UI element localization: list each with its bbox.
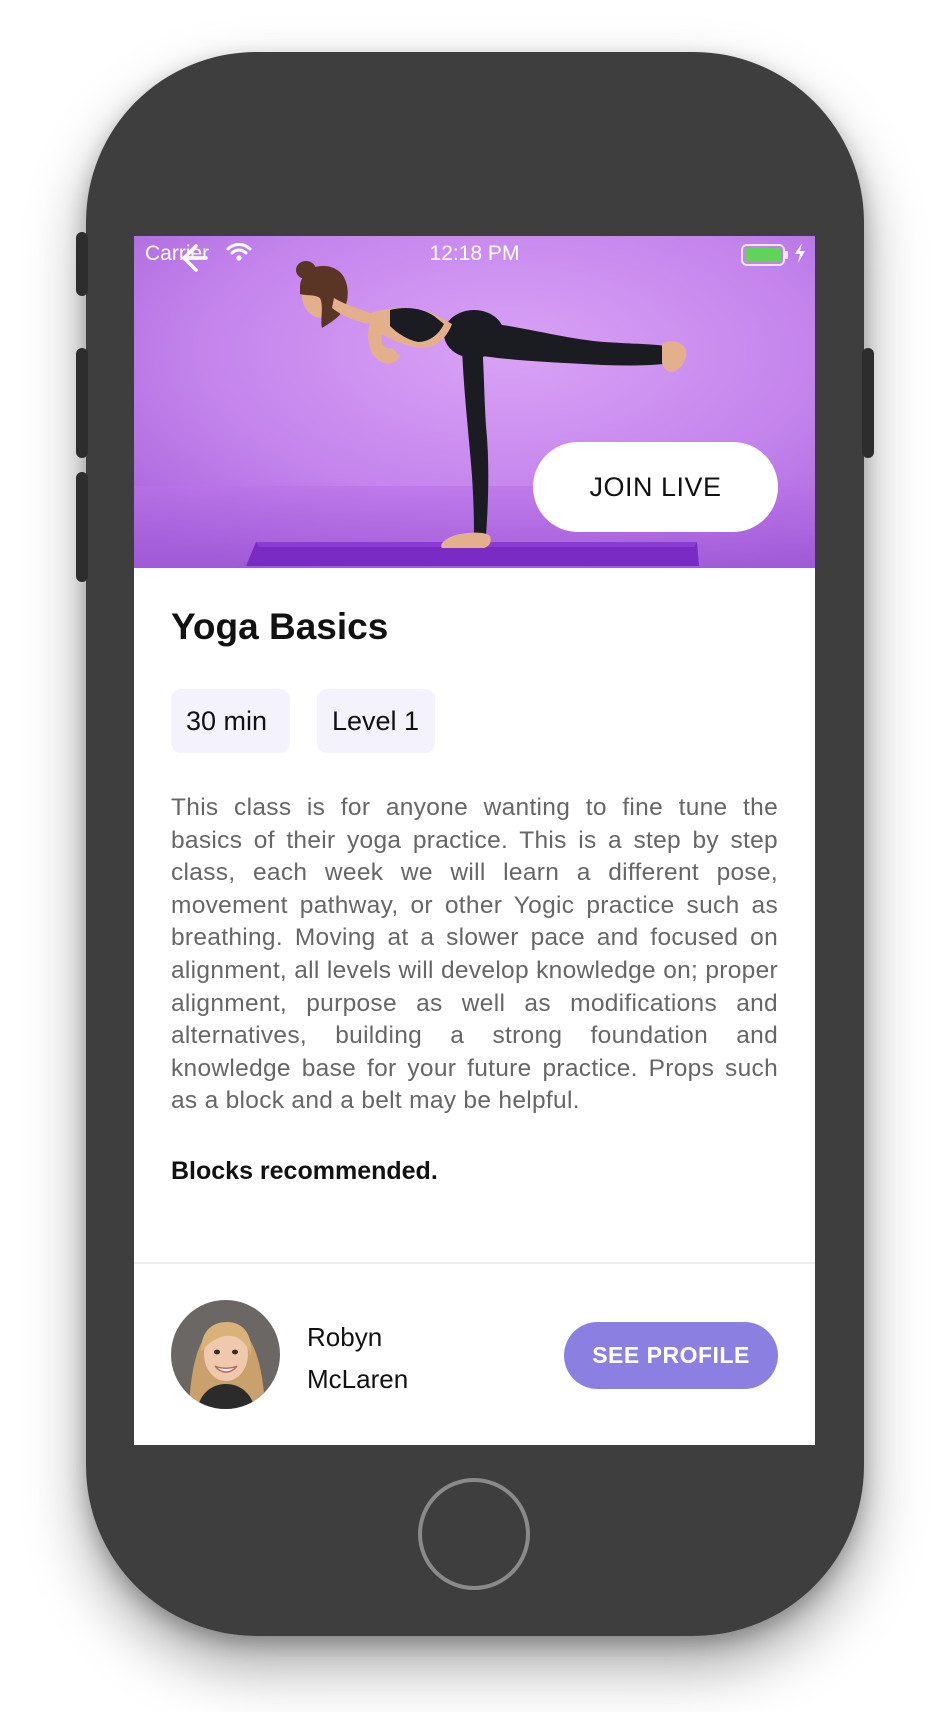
section-divider (134, 1262, 815, 1264)
instructor-avatar (171, 1300, 280, 1409)
volume-up-button (76, 348, 88, 458)
equipment-note: Blocks recommended. (171, 1157, 438, 1185)
level-tag: Level 1 (317, 689, 435, 753)
charging-bolt-icon (795, 243, 805, 263)
status-time: 12:18 PM (429, 242, 520, 265)
mute-switch (76, 232, 88, 296)
home-button[interactable] (418, 1478, 530, 1590)
join-live-button[interactable]: JOIN LIVE (533, 442, 778, 532)
class-title: Yoga Basics (171, 606, 389, 647)
class-description: This class is for anyone wanting to fine… (171, 794, 778, 1115)
hero-image: Carrier 12:18 PM JOIN LIVE (134, 236, 815, 568)
status-bar: Carrier 12:18 PM (134, 236, 815, 276)
power-button (862, 348, 874, 458)
instructor-name: Robyn McLaren (307, 1322, 409, 1394)
app-screen: Carrier 12:18 PM JOIN LIVE Yoga Basics 3… (134, 236, 815, 1445)
volume-down-button (76, 472, 88, 582)
back-arrow-icon[interactable] (174, 240, 210, 276)
battery-icon (741, 244, 788, 266)
duration-tag: 30 min (171, 689, 290, 753)
see-profile-button[interactable]: SEE PROFILE (564, 1322, 778, 1389)
